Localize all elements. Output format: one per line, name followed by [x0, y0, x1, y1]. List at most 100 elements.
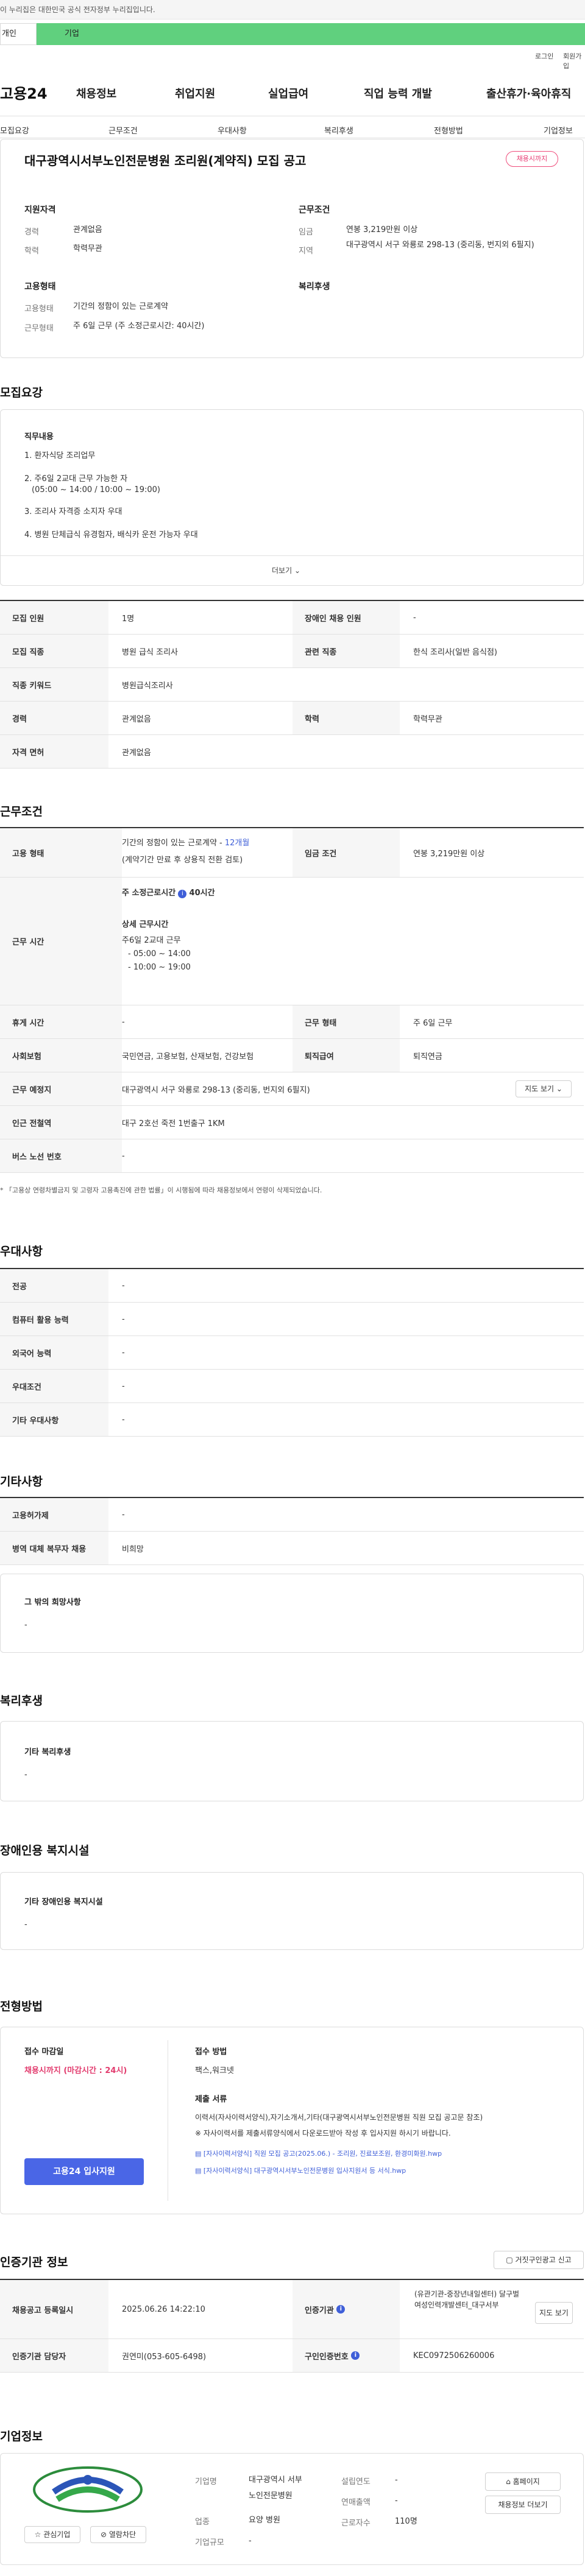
reg-value: 2025.06.26 14:22:10	[122, 2304, 205, 2314]
block-view-button[interactable]: ⊘ 열람차단	[90, 2526, 146, 2543]
hours-weekly-label: 주 소정근로시간	[122, 889, 176, 898]
report-button[interactable]: ▢ 거짓구인광고 신고	[494, 2251, 584, 2269]
docs-value: 이력서(자사이력서양식),자기소개서,기타(대구광역시서부노인전문병원 직원 모…	[195, 2113, 483, 2122]
login-link[interactable]: 로그인	[535, 51, 553, 61]
deadline-key: 접수 마감일	[24, 2047, 64, 2057]
cond-ret-key: 퇴직급여	[292, 1039, 400, 1072]
row-divider	[0, 768, 584, 769]
cond-emp-value: 기간의 정함이 있는 근로계약 - 12개월	[122, 838, 249, 849]
cond-emp-note: (계약기간 만료 후 상용직 전환 검토)	[122, 856, 243, 865]
report-icon: ▢	[506, 2256, 513, 2264]
attachment-2-label: [자사이력서양식] 대구광역시서부노인전문병원 입사지원서 등 서식.hwp	[203, 2167, 406, 2175]
cond-ret-value: 퇴직연금	[413, 1052, 442, 1061]
cond-subway-key: 인근 전철역	[0, 1106, 122, 1139]
gnb-employment-support[interactable]: 취업지원	[175, 85, 215, 101]
recruit-heading: 모집요강	[0, 386, 43, 399]
disability-box-title: 기타 장애인용 복지시설	[24, 1898, 103, 1907]
preference-key: 컴퓨터 활용 능력	[0, 1303, 108, 1336]
recruit-value: 병원 급식 조리사	[122, 647, 178, 657]
cond-form-key: 근무 형태	[292, 1005, 400, 1038]
preference-value: -	[122, 1348, 125, 1357]
file-icon: ▤	[195, 2150, 202, 2158]
duty-heading: 직무내용	[24, 432, 54, 442]
cert-heading: 인증기관 정보	[0, 2256, 68, 2269]
preference-key: 기타 우대사항	[0, 1403, 108, 1436]
docs-key: 제출 서류	[195, 2095, 227, 2104]
subnav-recruit[interactable]: 모집요강	[0, 124, 29, 136]
gnb-vocational-training[interactable]: 직업 능력 개발	[364, 85, 432, 101]
recruit-value: -	[413, 613, 416, 622]
emp-heading: 고용형태	[24, 282, 56, 292]
hours-weekly: 주 소정근로시간 i 40시간	[122, 888, 215, 899]
docs-note: ※ 자사이력서를 제출서류양식에서 다운로드받아 작성 후 입사지원 하시기 바…	[195, 2129, 451, 2138]
gnb-unemployment-benefit[interactable]: 실업급여	[268, 85, 308, 101]
homepage-button[interactable]: ⌂ 홈페이지	[485, 2472, 561, 2491]
attachment-1-label: [자사이력서양식] 직원 모집 공고(2025.06.) - 조리원, 진료보조…	[203, 2150, 442, 2158]
map-button[interactable]: 지도 보기 ⌄	[516, 1080, 572, 1097]
company-name-2: 노인전문병원	[249, 2491, 292, 2500]
other-value: 비희망	[122, 1544, 144, 1554]
subnav-company[interactable]: 기업정보	[544, 124, 573, 136]
edu-value: 학력무관	[73, 244, 102, 253]
preference-value: -	[122, 1281, 125, 1290]
recruit-value: 1명	[122, 614, 135, 624]
preference-heading: 우대사항	[0, 1245, 43, 1258]
company-name-1: 대구광역시 서부	[249, 2476, 302, 2485]
company-logo-image	[33, 2466, 143, 2513]
company-emp-value: 110명	[395, 2517, 417, 2526]
subnav-welfare[interactable]: 복리후생	[324, 124, 353, 136]
gov-banner-text: 이 누리집은 대한민국 공식 전자정부 누리집입니다.	[0, 5, 155, 14]
subnav-preference[interactable]: 우대사항	[218, 124, 247, 136]
no-value: KEC0972506260006	[413, 2351, 495, 2360]
cond-emp-dash: -	[216, 839, 225, 848]
region-value: 대구광역시 서구 와룡로 298-13 (중리동, 번지외 6필지)	[346, 241, 534, 250]
gnb-parental-leave[interactable]: 출산휴가·육아휴직	[486, 85, 571, 101]
star-icon: ☆	[34, 2530, 41, 2539]
row-divider	[0, 1564, 584, 1565]
staff-key: 인증기관 담당자	[0, 2339, 108, 2372]
homepage-label: 홈페이지	[512, 2477, 540, 2486]
cond-ins-value: 국민연금, 고용보험, 산재보험, 건강보험	[122, 1052, 254, 1061]
favorite-company-button[interactable]: ☆ 관심기업	[24, 2526, 80, 2543]
job-title: 대구광역시서부노인전문병원 조리원(계약직) 모집 공고	[24, 153, 307, 168]
org-key-label: 인증기관	[305, 2306, 334, 2315]
preference-key: 우대조건	[0, 1370, 108, 1402]
more-label: 더보기	[272, 566, 292, 575]
row-divider	[0, 1436, 584, 1437]
more-jobs-button[interactable]: 채용정보 더보기	[485, 2496, 561, 2514]
hours-detail-label: 상세 근무시간	[122, 920, 169, 929]
recruit-key: 학력	[292, 702, 400, 734]
tab-personal[interactable]: 개인	[0, 23, 37, 45]
chevron-down-icon: ⌄	[294, 566, 301, 575]
tab-company[interactable]: 기업	[37, 23, 585, 45]
info-icon[interactable]: i	[351, 2351, 360, 2360]
org-map-button[interactable]: 지도 보기	[535, 2302, 573, 2324]
map-label: 지도 보기	[525, 1085, 555, 1093]
method-key: 접수 방법	[195, 2047, 227, 2057]
region-label: 지역	[299, 247, 313, 256]
qual-heading: 지원자격	[24, 205, 56, 215]
gnb-jobs[interactable]: 채용정보	[76, 85, 116, 101]
info-icon[interactable]: i	[178, 890, 187, 898]
duty-card	[0, 409, 584, 586]
site-logo[interactable]: 고용24	[0, 82, 48, 103]
recruit-key: 자격 면허	[0, 735, 108, 768]
signup-link[interactable]: 회원가입	[563, 51, 585, 71]
subnav-conditions[interactable]: 근무조건	[108, 124, 138, 136]
hours-weekly-value: 40시간	[189, 889, 215, 898]
work-value: 주 6일 근무 (주 소정근로시간: 40시간)	[73, 322, 205, 331]
info-icon[interactable]: i	[336, 2305, 346, 2314]
row-divider	[0, 2372, 584, 2373]
subnav-selection[interactable]: 전형방법	[434, 124, 463, 136]
attachment-1[interactable]: ▤ [자사이력서양식] 직원 모집 공고(2025.06.) - 조리원, 진료…	[195, 2148, 442, 2158]
recruit-value: 병원급식조리사	[122, 681, 173, 691]
apply-button[interactable]: 고용24 입사지원	[24, 2158, 144, 2185]
duty-line-5: 4. 병원 단체급식 유경험자, 배식카 운전 가능자 우대	[24, 530, 198, 540]
recruit-key: 직종 키워드	[0, 668, 108, 701]
disability-box-value: -	[24, 1920, 27, 1929]
attachment-2[interactable]: ▤ [자사이력서양식] 대구광역시서부노인전문병원 입사지원서 등 서식.hwp	[195, 2166, 406, 2175]
company-sales-key: 연매출액	[341, 2498, 370, 2507]
other-key: 고용허가제	[0, 1498, 108, 1531]
file-icon: ▤	[195, 2167, 202, 2175]
more-button[interactable]: 더보기 ⌄	[272, 565, 300, 575]
